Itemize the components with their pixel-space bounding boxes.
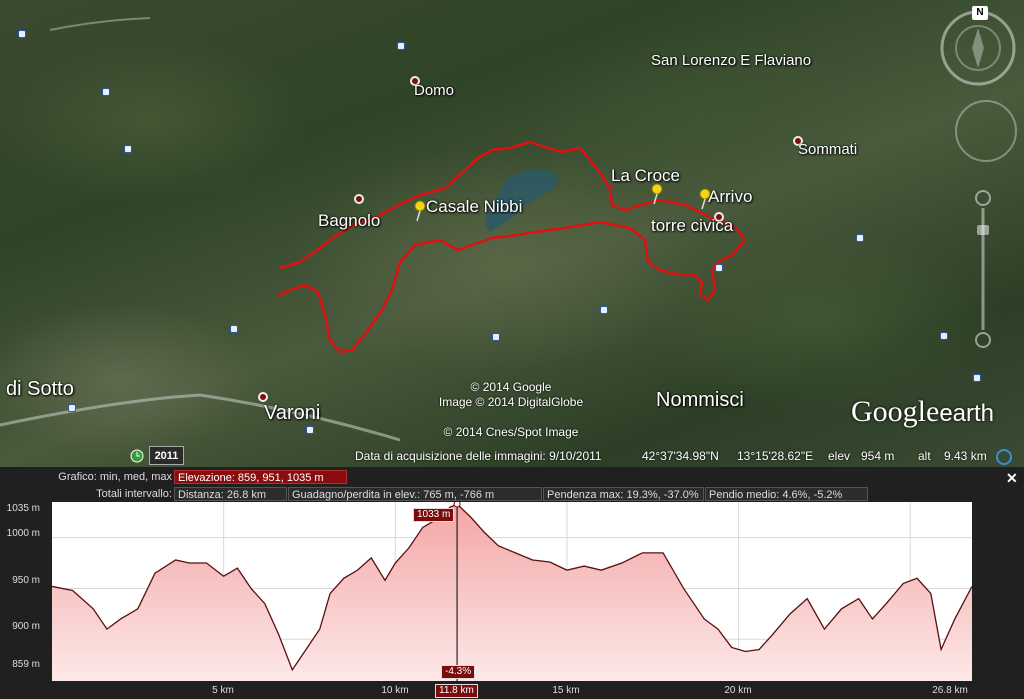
y-tick-label: 900 m xyxy=(12,621,40,632)
altitude-label: alt xyxy=(918,449,931,463)
elevation-value: 954 m xyxy=(861,449,895,463)
poi-icon[interactable] xyxy=(856,234,864,242)
status-globe-icon xyxy=(996,449,1012,465)
y-tick-label: 1000 m xyxy=(6,528,40,539)
range-totals-label: Totali intervallo: xyxy=(96,488,172,500)
placemark-label[interactable]: La Croce xyxy=(611,166,680,186)
logo-google: Google xyxy=(851,395,940,428)
cursor-elevation-tag: 1033 m xyxy=(413,508,455,522)
map-view[interactable]: San Lorenzo E Flaviano Domo Sommati Bagn… xyxy=(0,0,1024,467)
place-label[interactable]: Domo xyxy=(414,82,454,99)
imagery-date: Data di acquisizione delle immagini: 9/1… xyxy=(355,449,602,463)
poi-icon[interactable] xyxy=(102,88,110,96)
compass-ring-icon[interactable] xyxy=(938,8,1018,88)
y-tick-label: 950 m xyxy=(12,575,40,586)
north-indicator[interactable]: N xyxy=(972,6,988,20)
y-tick-label: 1035 m xyxy=(6,503,40,514)
copyright-google: © 2014 Google xyxy=(470,380,552,394)
place-label[interactable]: San Lorenzo E Flaviano xyxy=(651,52,811,69)
y-tick-label: 859 m xyxy=(12,659,40,670)
logo-earth: earth xyxy=(939,400,995,427)
google-earth-logo: Googleearth xyxy=(851,395,994,429)
copyright-imagery: Image © 2014 DigitalGlobe xyxy=(438,395,584,409)
elevation-chart-svg[interactable] xyxy=(51,500,973,681)
poi-icon[interactable] xyxy=(18,30,26,38)
elevation-chart[interactable] xyxy=(51,500,973,681)
poi-icon[interactable] xyxy=(973,374,981,382)
cursor-slope-tag: -4.3% xyxy=(441,665,476,679)
place-label[interactable]: Bagnolo xyxy=(318,211,380,231)
zoom-slider[interactable] xyxy=(973,190,993,350)
poi-icon[interactable] xyxy=(230,325,238,333)
place-label[interactable]: torre civica xyxy=(651,216,733,236)
max-slope-stat[interactable]: Pendenza max: 19.3%, -37.0% xyxy=(543,487,704,501)
x-tick-label: 5 km xyxy=(212,685,234,696)
elevation-area xyxy=(52,504,972,681)
x-tick-label: 26.8 km xyxy=(932,685,968,696)
distance-stat[interactable]: Distanza: 26.8 km xyxy=(174,487,287,501)
place-label[interactable]: Nommisci xyxy=(656,389,744,412)
x-tick-label: 10 km xyxy=(381,685,409,696)
place-label[interactable]: Varoni xyxy=(264,402,320,425)
village-pin[interactable] xyxy=(354,194,364,204)
poi-icon[interactable] xyxy=(306,426,314,434)
gain-loss-stat[interactable]: Guadagno/perdita in elev.: 765 m, -766 m xyxy=(288,487,542,501)
copyright-cnes: © 2014 Cnes/Spot Image xyxy=(443,425,579,439)
elevation-label: elev xyxy=(828,449,851,463)
placemark-pushpin-icon[interactable] xyxy=(649,183,665,205)
cursor-point xyxy=(453,500,461,508)
village-pin[interactable] xyxy=(258,392,268,402)
look-joystick[interactable] xyxy=(955,100,1017,162)
poi-icon[interactable] xyxy=(397,42,405,50)
longitude: 13°15'28.62"E xyxy=(737,449,814,463)
river-line xyxy=(0,393,401,442)
x-tick-label: 20 km xyxy=(724,685,752,696)
place-label[interactable]: di Sotto xyxy=(6,378,74,401)
poi-icon[interactable] xyxy=(124,145,132,153)
avg-slope-stat[interactable]: Pendio medio: 4.6%, -5.2% xyxy=(705,487,868,501)
chart-mode-label: Grafico: min, med, max xyxy=(58,471,172,483)
poi-icon[interactable] xyxy=(600,306,608,314)
poi-icon[interactable] xyxy=(68,404,76,412)
poi-icon[interactable] xyxy=(940,332,948,340)
status-bar: Data di acquisizione delle immagini: 9/1… xyxy=(0,446,1024,467)
placemark-label[interactable]: Arrivo xyxy=(708,187,752,207)
place-label[interactable]: Sommati xyxy=(798,141,857,158)
x-tick-label: 15 km xyxy=(552,685,580,696)
close-profile-button[interactable]: ✕ xyxy=(1006,470,1018,487)
poi-icon[interactable] xyxy=(715,264,723,272)
altitude-value: 9.43 km xyxy=(944,449,987,463)
elevation-stats[interactable]: Elevazione: 859, 951, 1035 m xyxy=(174,470,347,484)
cursor-distance-tag: 11.8 km xyxy=(435,684,478,698)
poi-icon[interactable] xyxy=(492,333,500,341)
placemark-label[interactable]: Casale Nibbi xyxy=(426,197,522,217)
latitude: 42°37'34.98"N xyxy=(642,449,719,463)
